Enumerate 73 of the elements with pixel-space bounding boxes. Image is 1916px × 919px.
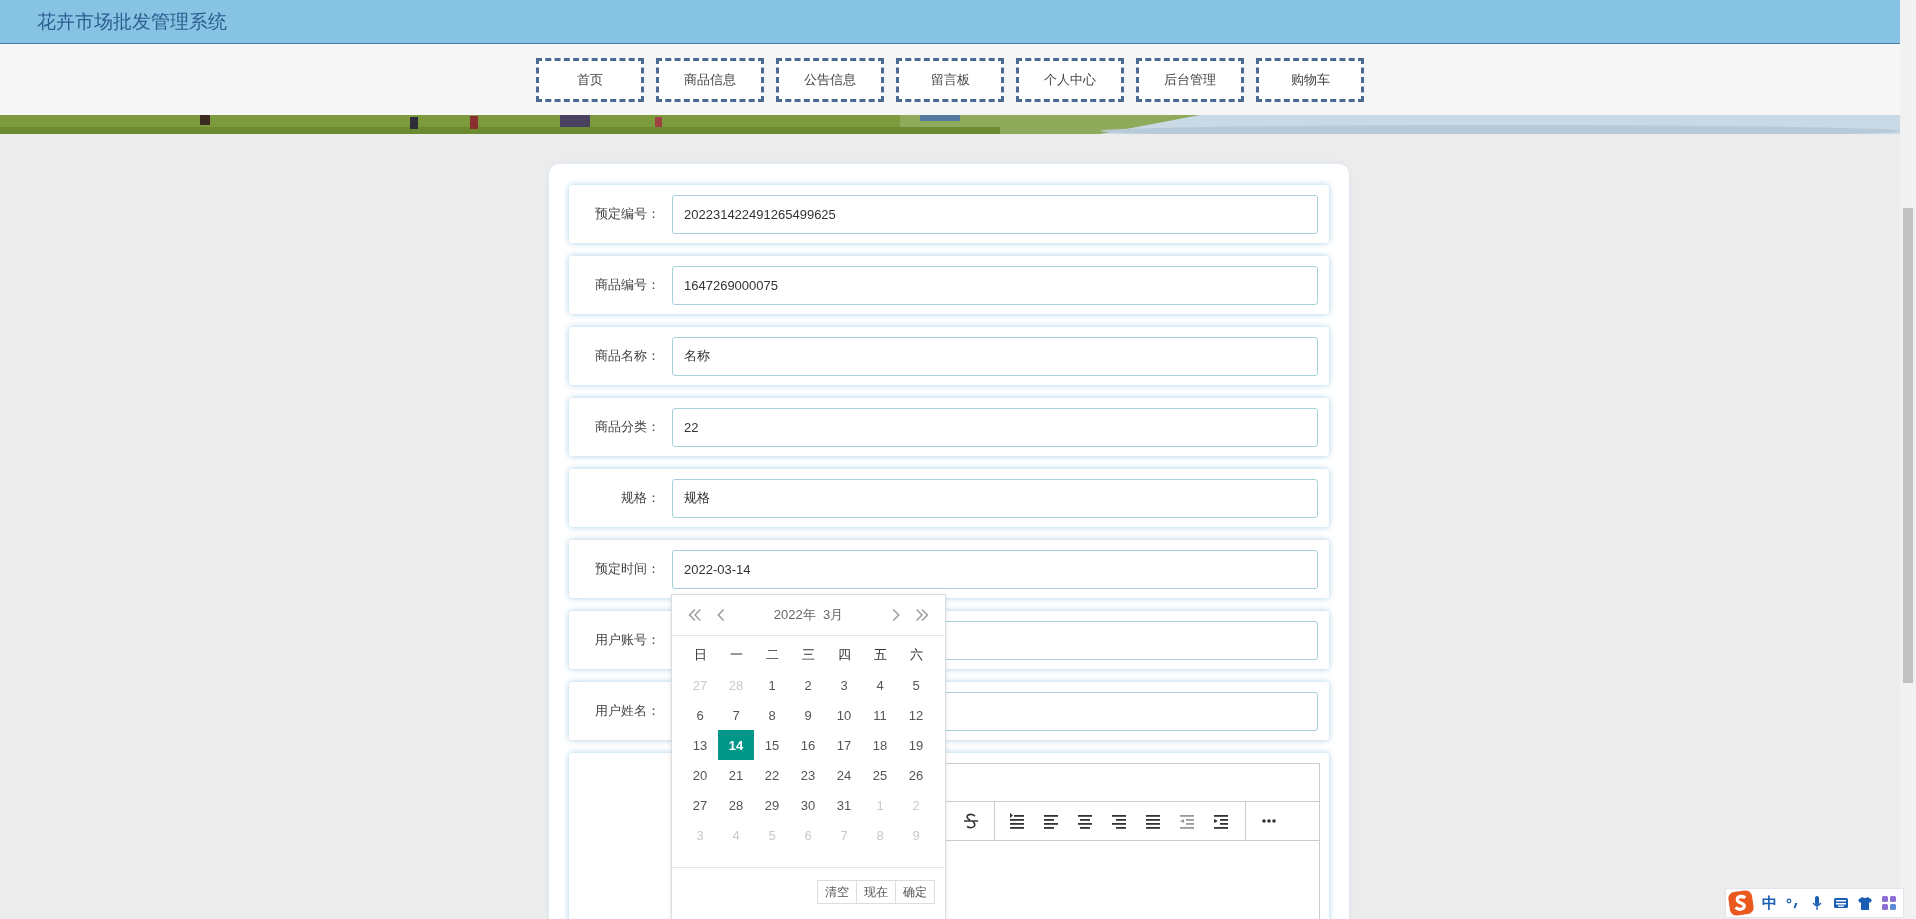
calendar-day[interactable]: 25	[862, 760, 898, 790]
calendar-day[interactable]: 12	[898, 700, 934, 730]
calendar-day[interactable]: 20	[682, 760, 718, 790]
calendar-day[interactable]: 28	[718, 790, 754, 820]
calendar-day[interactable]: 14	[718, 730, 754, 760]
weekday-label: 六	[908, 646, 924, 664]
calendar-day[interactable]: 6	[682, 700, 718, 730]
calendar-day[interactable]: 7	[718, 700, 754, 730]
calendar-day[interactable]: 16	[790, 730, 826, 760]
calendar-day[interactable]: 11	[862, 700, 898, 730]
input-field[interactable]: 规格	[672, 478, 1318, 518]
calendar-day[interactable]: 4	[862, 670, 898, 700]
ime-mode-label[interactable]: 中	[1762, 893, 1777, 913]
calendar-day[interactable]: 5	[898, 670, 934, 700]
nav-button[interactable]: 首页	[536, 57, 644, 102]
previous-year-icon[interactable]	[686, 606, 704, 624]
field-label: 商品分类：	[594, 418, 661, 436]
field-label: 预定编号：	[594, 205, 661, 223]
input-field[interactable]: 1647269000075	[672, 265, 1318, 305]
calendar-day[interactable]: 29	[754, 790, 790, 820]
calendar-day[interactable]: 1	[754, 670, 790, 700]
picker-button[interactable]: 清空	[817, 880, 857, 904]
nav-button[interactable]: 个人中心	[1016, 57, 1124, 102]
calendar-day[interactable]: 3	[826, 670, 862, 700]
calendar-day[interactable]: 15	[754, 730, 790, 760]
calendar-day[interactable]: 27	[682, 790, 718, 820]
weekday-label: 三	[800, 646, 816, 664]
weekday-label: 一	[728, 646, 744, 664]
field-label: 商品编号：	[594, 276, 661, 294]
nav-button[interactable]: 商品信息	[656, 57, 764, 102]
field-label: 预定时间：	[594, 560, 661, 578]
apps-icon[interactable]	[1881, 895, 1897, 911]
calendar-day[interactable]: 2	[790, 670, 826, 700]
picker-button[interactable]: 确定	[895, 880, 935, 904]
input-field[interactable]: 名称	[672, 336, 1318, 376]
nav-button[interactable]: 留言板	[896, 57, 1004, 102]
calendar-day[interactable]: 18	[862, 730, 898, 760]
calendar-day[interactable]: 21	[718, 760, 754, 790]
ime-logo-icon[interactable]	[1728, 890, 1754, 916]
site-title: 花卉市场批发管理系统	[37, 9, 227, 34]
calendar-day[interactable]: 26	[898, 760, 934, 790]
shirt-icon[interactable]	[1857, 895, 1873, 911]
weekday-label: 五	[872, 646, 888, 664]
calendar-day[interactable]: 30	[790, 790, 826, 820]
calendar-day[interactable]: 31	[826, 790, 862, 820]
input-field[interactable]: 202231422491265499625	[672, 194, 1318, 234]
nav-button[interactable]: 公告信息	[776, 57, 884, 102]
keyboard-icon[interactable]	[1833, 895, 1849, 911]
field-label: 规格：	[620, 489, 661, 507]
field-label: 用户账号：	[594, 631, 661, 649]
field-label: 用户姓名：	[594, 702, 661, 720]
weekday-label: 二	[764, 646, 780, 664]
nav-button[interactable]: 后台管理	[1136, 57, 1244, 102]
calendar-day[interactable]: 8	[754, 700, 790, 730]
calendar-day[interactable]: 19	[898, 730, 934, 760]
picker-button[interactable]: 现在	[856, 880, 896, 904]
calendar-day[interactable]: 10	[826, 700, 862, 730]
scrollbar[interactable]	[1900, 0, 1916, 919]
weekday-label: 四	[836, 646, 852, 664]
nav-button[interactable]: 购物车	[1256, 57, 1364, 102]
calendar-day[interactable]: 22	[754, 760, 790, 790]
weekday-label: 日	[692, 646, 708, 664]
input-field[interactable]: 2022-03-14	[672, 549, 1318, 589]
input-field[interactable]: 22	[672, 407, 1318, 447]
calendar-day[interactable]: 17	[826, 730, 862, 760]
calendar-day[interactable]: 9	[790, 700, 826, 730]
field-label: 商品名称：	[594, 347, 661, 365]
calendar-day[interactable]: 23	[790, 760, 826, 790]
calendar-day[interactable]: 24	[826, 760, 862, 790]
strikethrough-icon[interactable]	[961, 811, 981, 831]
month-year-label[interactable]: 2022年 3月	[773, 606, 844, 624]
calendar-day[interactable]: 13	[682, 730, 718, 760]
next-year-icon[interactable]	[913, 606, 931, 624]
